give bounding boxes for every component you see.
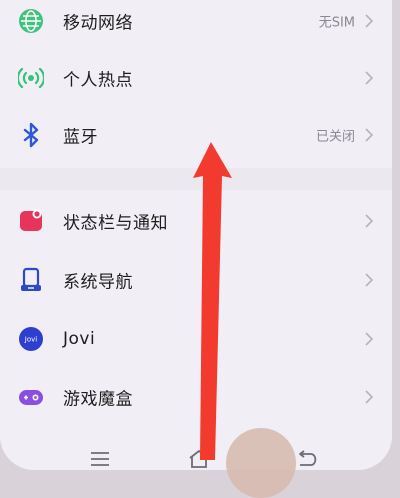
finger-thumb (226, 428, 296, 498)
back-icon[interactable] (294, 448, 318, 470)
game-box-icon (19, 390, 43, 405)
chevron-right-icon (365, 332, 374, 346)
chevron-right-icon (365, 214, 374, 228)
setting-value: 已关闭 (315, 129, 355, 145)
setting-label: 系统导航 (63, 272, 133, 293)
setting-status-bar-notifications[interactable]: 状态栏与通知 (0, 192, 392, 250)
settings-screen: 移动网络 无SIM 个人热点 蓝牙 已关闭 状态栏与通知 系统导航 Jovi J… (0, 0, 392, 470)
setting-label: 移动网络 (63, 13, 133, 34)
setting-personal-hotspot[interactable]: 个人热点 (0, 49, 392, 107)
navigation-icon (21, 267, 41, 291)
hotspot-icon (18, 67, 44, 89)
menu-icon[interactable] (88, 448, 112, 470)
setting-bluetooth[interactable]: 蓝牙 已关闭 (0, 106, 392, 164)
navigation-bar (0, 430, 392, 470)
setting-system-navigation[interactable]: 系统导航 (0, 251, 392, 309)
setting-label: 个人热点 (63, 70, 133, 91)
setting-value: 无SIM (318, 15, 355, 31)
chevron-right-icon (365, 128, 374, 142)
jovi-badge-text: Jovi (24, 336, 37, 344)
notification-icon (20, 209, 42, 231)
setting-label: 状态栏与通知 (63, 213, 168, 234)
setting-jovi[interactable]: Jovi Jovi (0, 310, 392, 368)
setting-label: 游戏魔盒 (63, 389, 133, 410)
chevron-right-icon (365, 14, 374, 28)
bluetooth-icon (23, 122, 39, 148)
chevron-right-icon (365, 390, 374, 404)
chevron-right-icon (365, 71, 374, 85)
setting-game-box[interactable]: 游戏魔盒 (0, 368, 392, 426)
setting-label: Jovi (63, 329, 96, 349)
setting-mobile-network[interactable]: 移动网络 无SIM (0, 0, 392, 50)
home-icon[interactable] (187, 448, 211, 470)
section-divider (0, 168, 392, 190)
jovi-icon: Jovi (19, 327, 43, 351)
globe-icon (19, 9, 43, 33)
chevron-right-icon (365, 273, 374, 287)
setting-label: 蓝牙 (63, 127, 98, 148)
